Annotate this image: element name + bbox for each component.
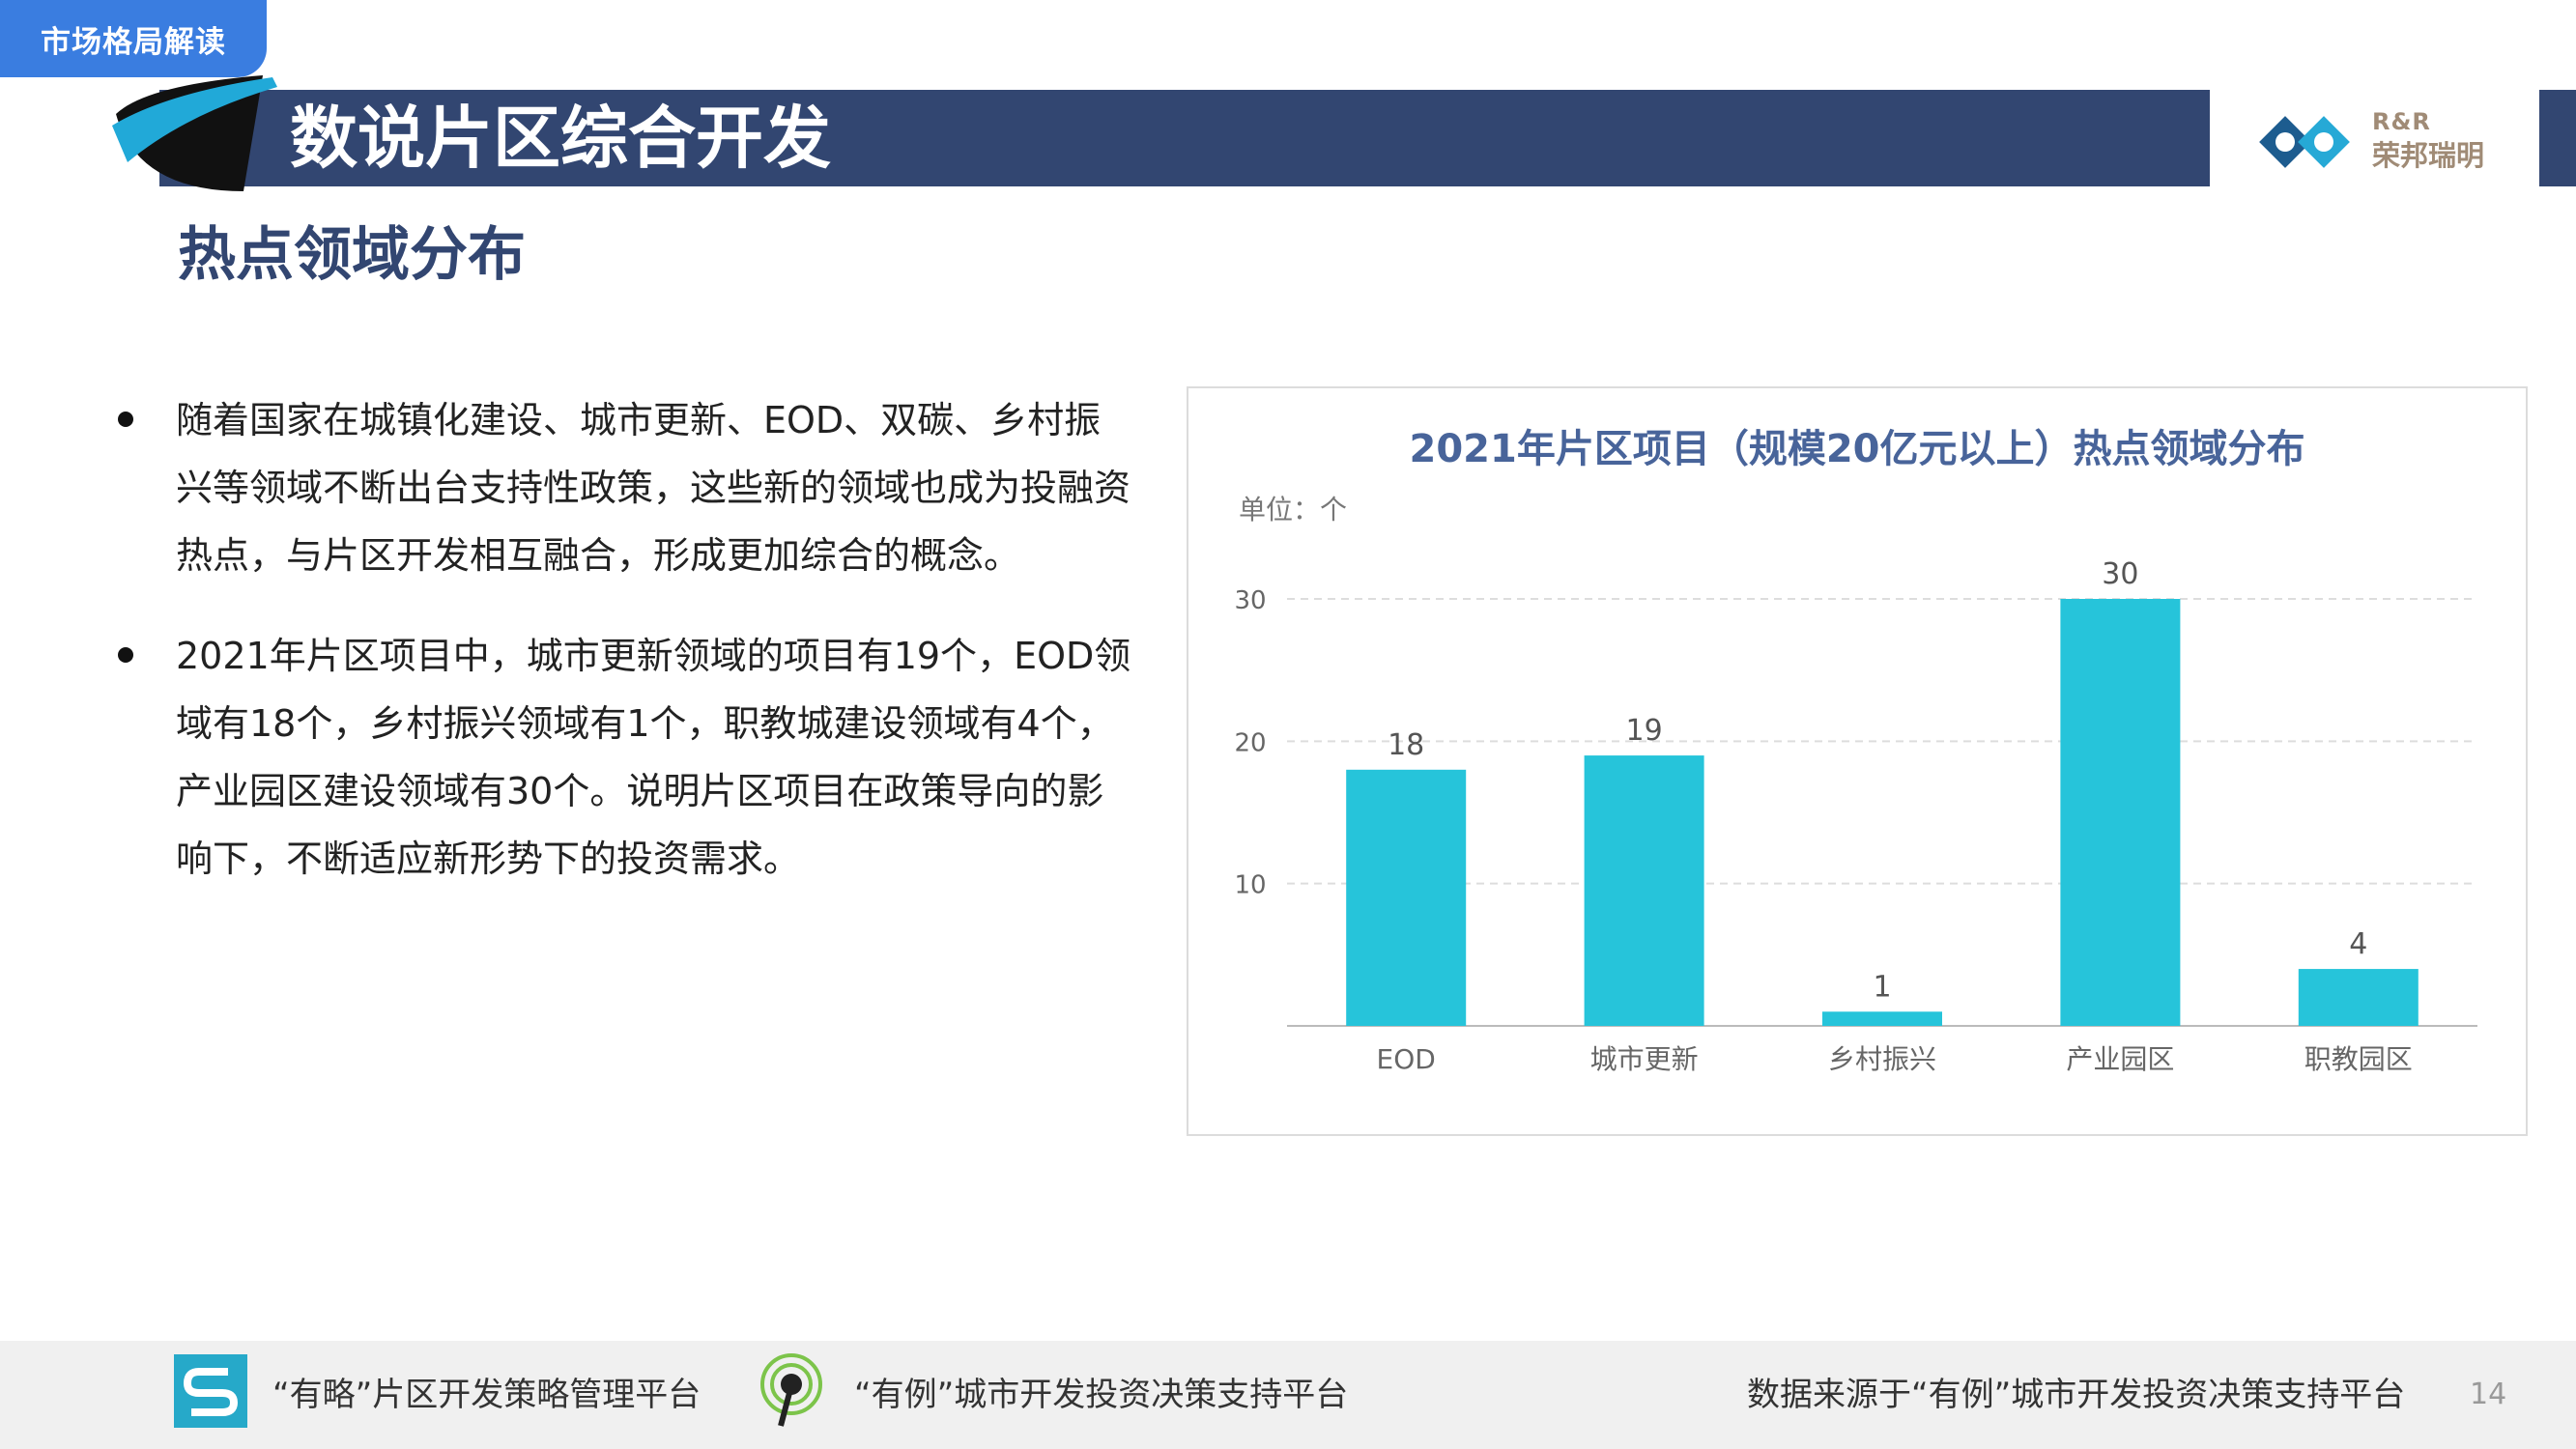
bullet-item: 2021年片区项目中，城市更新领域的项目有19个，EOD领域有18个，乡村振兴领… [112,622,1136,893]
x-tick-label: 职教园区 [2304,1043,2413,1075]
decision-platform-icon [760,1353,822,1427]
bar-value-label: 18 [1388,728,1424,762]
bar [1346,769,1467,1026]
x-tick-label: 乡村振兴 [1828,1043,1936,1075]
strategy-platform-icon [174,1354,247,1428]
bullet-dot-icon [118,647,133,663]
bar [2060,599,2181,1026]
x-tick-label: EOD [1377,1043,1436,1075]
page-number: 14 [2470,1378,2507,1411]
bar-value-label: 30 [2102,557,2138,591]
bar [2298,969,2419,1026]
title-bar-edge [2539,90,2576,186]
title-decoration [112,75,277,191]
bar-value-label: 1 [1873,970,1891,1004]
logo-text-en: R&R [2372,108,2431,135]
section-subtitle: 热点领域分布 [178,221,526,289]
chart-panel: 2021年片区项目（规模20亿元以上）热点领域分布 单位：个 10 20 30 18 E… [1187,386,2528,1136]
y-tick-label: 30 [1234,586,1266,615]
footer-platform-2: “有例”城市开发投资决策支持平台 [854,1376,1349,1414]
footer-platform-1: “有略”片区开发策略管理平台 [272,1376,701,1414]
y-tick-label: 20 [1234,728,1266,757]
bar-value-label: 4 [2349,927,2367,961]
page-title: 数说片区综合开发 [290,99,831,178]
bar [1584,755,1704,1026]
bullet-list: 随着国家在城镇化建设、城市更新、EOD、双碳、乡村振兴等领域不断出台支持性政策，… [112,386,1136,925]
data-source-note: 数据来源于“有例”城市开发投资决策支持平台 [1747,1376,2406,1414]
footer: “有略”片区开发策略管理平台 “有例”城市开发投资决策支持平台 数据来源于“有例… [0,1341,2576,1449]
logo-text-cn: 荣邦瑞明 [2372,139,2485,172]
section-tag: 市场格局解读 [0,0,267,77]
x-tick-label: 产业园区 [2066,1043,2174,1075]
bullet-text: 2021年片区项目中，城市更新领域的项目有19个，EOD领域有18个，乡村振兴领… [176,635,1131,880]
bar-chart: 10 20 30 18 EOD 19 城市更新 1 乡村振兴 30 产业园区 4 职教园区 [1234,557,2477,1075]
bar-value-label: 19 [1626,714,1663,748]
bullet-item: 随着国家在城镇化建设、城市更新、EOD、双碳、乡村振兴等领域不断出台支持性政策，… [112,386,1136,589]
x-tick-label: 城市更新 [1590,1043,1699,1075]
bullet-dot-icon [118,412,133,427]
bar [1822,1011,1942,1026]
bullet-text: 随着国家在城镇化建设、城市更新、EOD、双碳、乡村振兴等领域不断出台支持性政策，… [176,399,1131,577]
y-tick-label: 10 [1234,871,1266,900]
